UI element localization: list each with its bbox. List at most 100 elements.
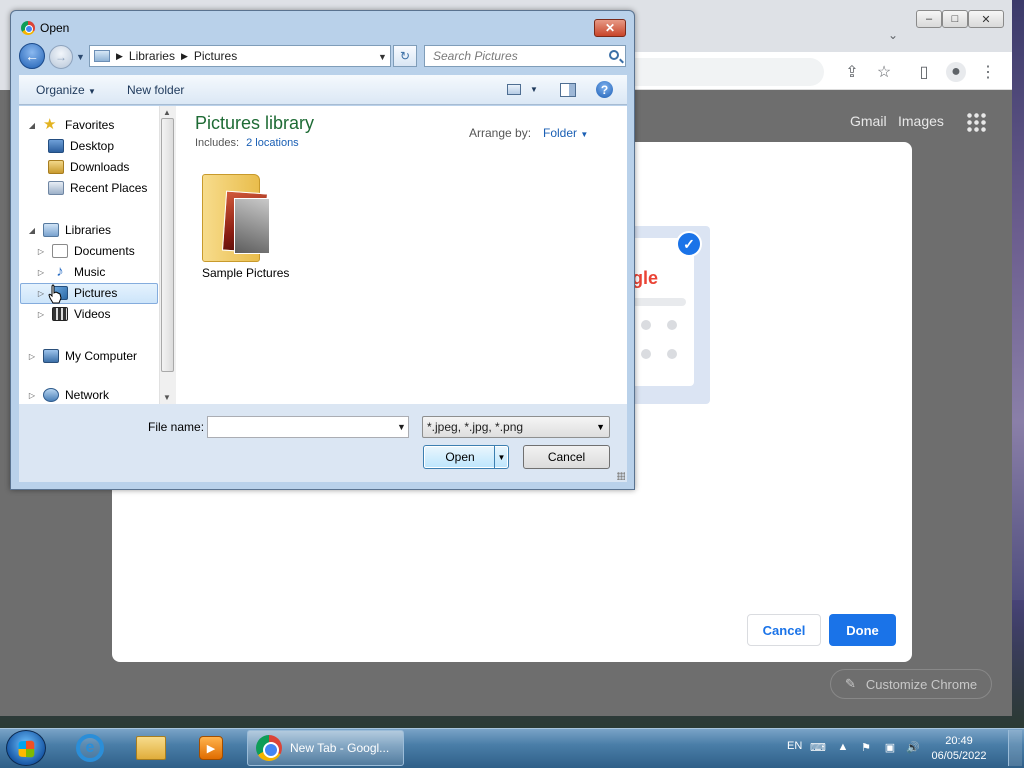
nav-item-videos[interactable]: ▷ Videos: [36, 304, 110, 324]
breadcrumb-libraries[interactable]: Libraries: [129, 49, 175, 63]
nav-item-favorites[interactable]: ◢ ★ Favorites: [27, 115, 114, 135]
star-icon: ★: [43, 116, 57, 133]
volume-icon[interactable]: 🔊: [905, 740, 921, 754]
show-desktop-button[interactable]: [1008, 730, 1022, 766]
breadcrumb-chevron-icon[interactable]: ▶: [116, 51, 123, 62]
scroll-up-icon[interactable]: ▲: [163, 108, 171, 117]
nav-item-network[interactable]: ▷ Network: [27, 388, 109, 402]
network-tray-icon[interactable]: ▣: [882, 740, 898, 754]
address-dropdown-icon[interactable]: ▼: [378, 52, 387, 62]
back-arrow-icon[interactable]: ←: [19, 43, 45, 69]
media-player-taskbar-button[interactable]: ▶: [183, 731, 239, 765]
keyboard-icon[interactable]: ⌨: [810, 740, 826, 754]
search-input[interactable]: Search Pictures: [424, 45, 626, 67]
nav-item-desktop[interactable]: Desktop: [48, 136, 114, 156]
customize-chrome-button[interactable]: ✎ Customize Chrome: [830, 669, 992, 699]
nav-item-downloads[interactable]: Downloads: [48, 157, 129, 177]
cancel-button[interactable]: Cancel: [523, 445, 610, 469]
folder-label[interactable]: Sample Pictures: [202, 266, 289, 280]
collapsed-triangle-icon[interactable]: ▷: [36, 310, 46, 319]
selected-check-icon: ✓: [676, 231, 702, 257]
breadcrumb-pictures[interactable]: Pictures: [194, 49, 237, 63]
apps-grid-icon[interactable]: [966, 112, 986, 132]
side-panel-icon[interactable]: ▯: [914, 62, 934, 82]
taskbar-window-title: New Tab - Googl...: [290, 741, 390, 755]
address-bar[interactable]: ▶ Libraries ▶ Pictures: [89, 45, 391, 67]
action-center-flag-icon[interactable]: ⚑: [858, 740, 874, 754]
nav-item-music[interactable]: ▷ ♪ Music: [36, 262, 105, 282]
collapsed-triangle-icon[interactable]: ▷: [27, 352, 37, 361]
expanded-triangle-icon[interactable]: ◢: [27, 226, 37, 235]
nav-label: Downloads: [70, 160, 130, 174]
collapsed-triangle-icon[interactable]: ▷: [27, 391, 37, 400]
chevron-down-icon: ▼: [580, 130, 589, 139]
forward-arrow-icon[interactable]: →: [49, 45, 73, 69]
profile-icon[interactable]: ●: [946, 62, 966, 82]
includes-label: Includes:: [195, 137, 240, 149]
chrome-close-button[interactable]: ✕: [968, 10, 1004, 28]
omnibox[interactable]: [634, 58, 824, 86]
share-icon[interactable]: ⇪: [842, 62, 862, 82]
organize-button[interactable]: Organize ▼: [36, 83, 96, 97]
view-options-dropdown-icon[interactable]: ▼: [530, 85, 538, 94]
file-name-input[interactable]: [207, 416, 409, 438]
modal-done-button[interactable]: Done: [829, 614, 896, 646]
customize-chrome-label: Customize Chrome: [865, 676, 978, 692]
help-icon[interactable]: ?: [596, 81, 613, 98]
chrome-taskbar-button[interactable]: New Tab - Googl...: [247, 730, 404, 766]
nav-item-my-computer[interactable]: ▷ My Computer: [27, 346, 137, 366]
folder-icon[interactable]: [202, 168, 270, 262]
collapsed-triangle-icon[interactable]: ▷: [36, 268, 46, 277]
breadcrumb-chevron-icon[interactable]: ▶: [181, 51, 188, 62]
network-icon: [43, 388, 59, 402]
menu-kebab-icon[interactable]: ⋮: [978, 62, 998, 82]
minimize-button[interactable]: –: [916, 10, 942, 28]
recent-locations-dropdown-icon[interactable]: ▼: [76, 52, 85, 62]
maximize-button[interactable]: □: [942, 10, 968, 28]
file-type-select[interactable]: *.jpeg, *.jpg, *.png ▼: [422, 416, 610, 438]
arrange-by-dropdown[interactable]: Folder ▼: [543, 126, 588, 140]
bookmark-star-icon[interactable]: ☆: [874, 62, 894, 82]
file-name-dropdown-icon[interactable]: ▼: [397, 422, 406, 432]
resize-grip-icon[interactable]: [617, 472, 625, 480]
recent-places-icon: [48, 181, 64, 195]
collapsed-triangle-icon[interactable]: ▷: [36, 289, 46, 298]
open-label: Open: [445, 450, 475, 464]
gmail-link[interactable]: Gmail: [850, 113, 887, 129]
nav-scrollbar-thumb[interactable]: [161, 118, 174, 372]
language-indicator[interactable]: EN: [787, 740, 802, 752]
media-player-icon: ▶: [199, 736, 223, 760]
nav-item-libraries[interactable]: ◢ Libraries: [27, 220, 111, 240]
libraries-icon: [43, 223, 59, 237]
library-icon: [94, 50, 110, 62]
dialog-close-button[interactable]: ✕: [594, 19, 626, 37]
locations-link[interactable]: 2 locations: [246, 137, 299, 149]
nav-item-documents[interactable]: ▷ Documents: [36, 241, 135, 261]
expanded-triangle-icon[interactable]: ◢: [27, 121, 37, 130]
scroll-down-icon[interactable]: ▼: [163, 393, 171, 402]
music-note-icon: ♪: [56, 263, 64, 280]
explorer-taskbar-button[interactable]: [123, 731, 179, 765]
collapsed-triangle-icon[interactable]: ▷: [36, 247, 46, 256]
refresh-icon[interactable]: ↻: [393, 45, 417, 67]
nav-item-recent-places[interactable]: Recent Places: [48, 178, 147, 198]
dialog-title: Open: [40, 21, 70, 35]
system-clock[interactable]: 20:49 06/05/2022: [930, 734, 988, 764]
library-includes: Includes: 2 locations: [195, 137, 299, 149]
search-placeholder: Search Pictures: [433, 49, 518, 63]
show-hidden-icons-icon[interactable]: ▲: [835, 740, 851, 754]
images-link[interactable]: Images: [898, 113, 944, 129]
nav-label: Network: [65, 388, 110, 402]
chevron-down-icon: ▼: [88, 87, 96, 96]
open-split-dropdown-icon[interactable]: ▼: [494, 446, 508, 468]
change-view-icon[interactable]: [507, 84, 521, 95]
theme-preview-inner: [628, 238, 694, 386]
new-folder-button[interactable]: New folder: [127, 83, 184, 97]
modal-cancel-button[interactable]: Cancel: [747, 614, 821, 646]
preview-pane-icon[interactable]: [560, 83, 576, 97]
internet-explorer-taskbar-button[interactable]: e: [62, 731, 118, 765]
videos-icon: [52, 307, 68, 321]
tab-search-chevron-icon[interactable]: ⌄: [888, 28, 898, 42]
start-button[interactable]: [6, 730, 46, 766]
open-button[interactable]: Open ▼: [423, 445, 509, 469]
